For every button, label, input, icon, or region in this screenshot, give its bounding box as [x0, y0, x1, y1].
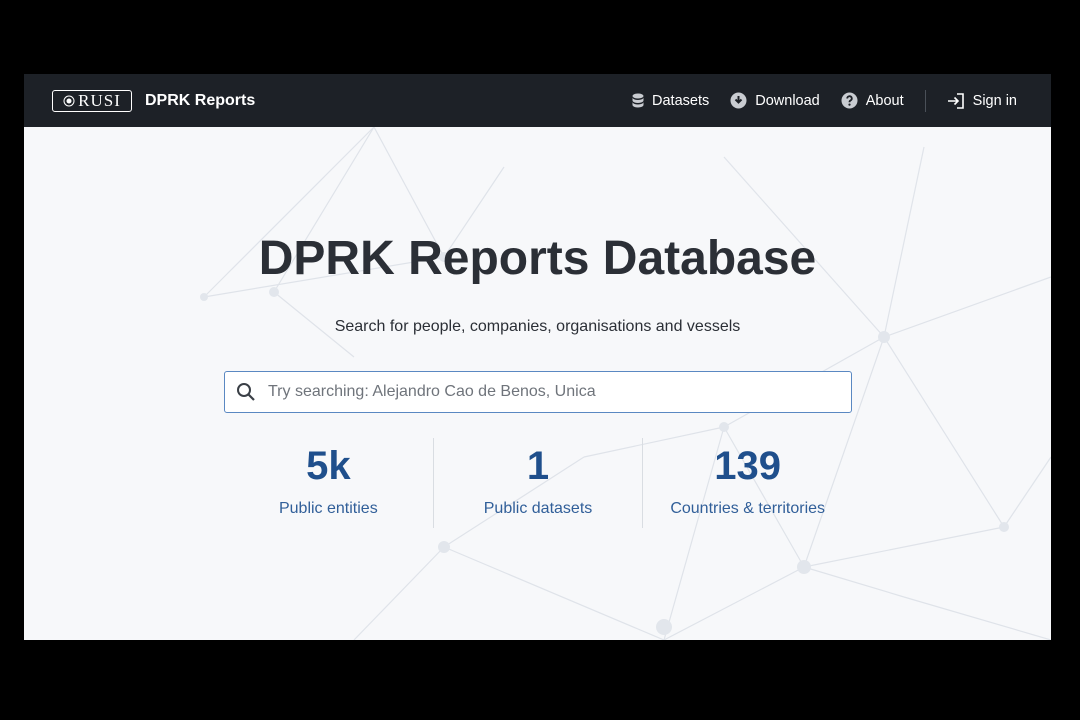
- nav-menu: Datasets Download About Sign in: [611, 89, 1017, 112]
- page-subtitle: Search for people, companies, organisati…: [334, 318, 741, 335]
- stat-countries: 139 Countries & territories: [642, 438, 852, 528]
- nav-about[interactable]: About: [841, 92, 904, 109]
- logo-text: RUSI: [78, 90, 121, 110]
- search-icon: [237, 383, 255, 401]
- app-window: RUSI DPRK Reports Datasets Download Abou…: [24, 74, 1051, 640]
- nav-sign-in-label: Sign in: [972, 92, 1017, 109]
- nav-datasets[interactable]: Datasets: [632, 93, 709, 109]
- stat-value: 5k: [306, 444, 351, 488]
- nav-about-label: About: [865, 92, 904, 109]
- brand-title: DPRK Reports: [145, 91, 256, 109]
- nav-divider: [924, 89, 926, 112]
- rusi-seal-icon: [63, 95, 75, 106]
- database-icon: [632, 93, 644, 107]
- search-box[interactable]: [224, 371, 852, 413]
- top-navbar: RUSI DPRK Reports Datasets Download Abou…: [24, 74, 1051, 127]
- sign-in-icon: [947, 92, 964, 109]
- stat-label: Public entities: [278, 500, 378, 517]
- nav-datasets-label: Datasets: [652, 92, 710, 109]
- brand-link[interactable]: RUSI DPRK Reports: [52, 89, 256, 112]
- nav-sign-in[interactable]: Sign in: [947, 93, 1017, 109]
- stat-label: Public datasets: [483, 500, 593, 517]
- help-icon: [841, 92, 858, 109]
- download-icon: [730, 92, 747, 109]
- stat-value: 139: [714, 444, 782, 488]
- stat-datasets: 1 Public datasets: [432, 438, 643, 528]
- page-title: DPRK Reports Database: [258, 232, 817, 285]
- stat-entities: 5k Public entities: [224, 438, 433, 528]
- stat-label: Countries & territories: [670, 500, 826, 517]
- stats-row: 5k Public entities 1 Public datasets 139…: [224, 438, 852, 528]
- rusi-logo: RUSI: [52, 89, 132, 112]
- nav-download[interactable]: Download: [730, 92, 820, 109]
- nav-download-label: Download: [755, 92, 820, 109]
- stat-value: 1: [526, 444, 550, 488]
- search-input[interactable]: [266, 382, 830, 402]
